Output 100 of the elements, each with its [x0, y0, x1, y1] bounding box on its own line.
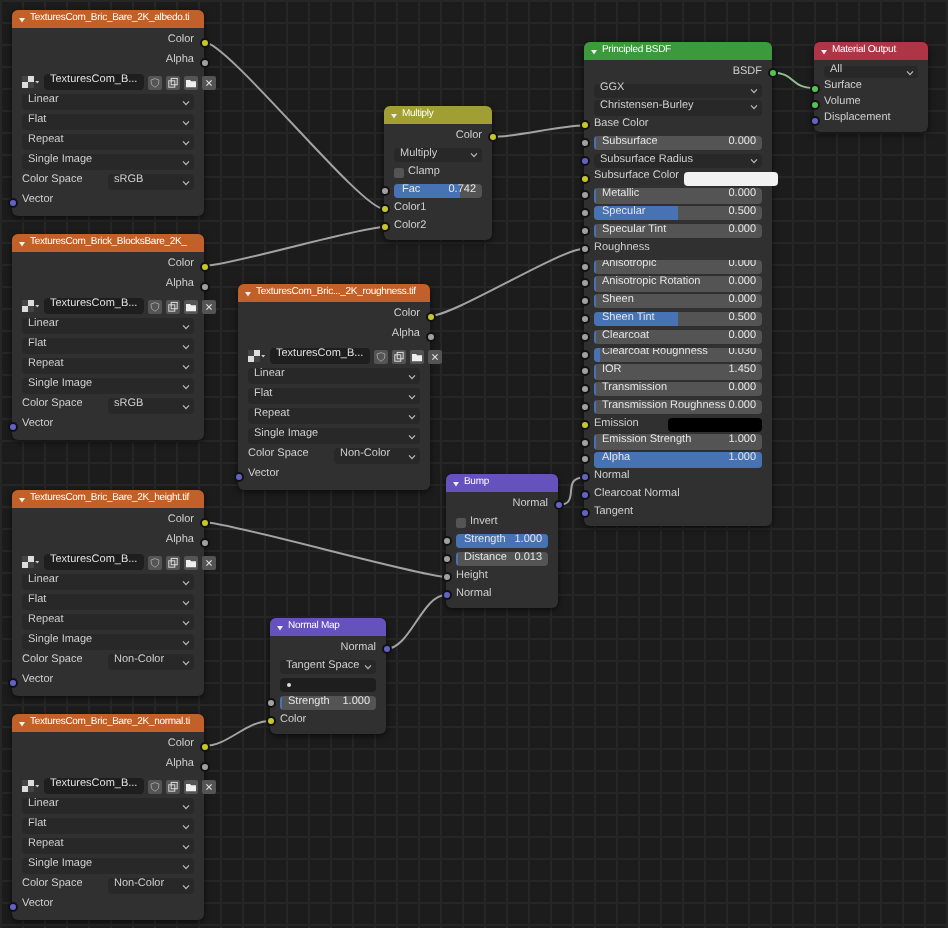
input-socket[interactable] — [579, 349, 589, 360]
input-socket[interactable] — [379, 186, 389, 196]
input-socket[interactable] — [579, 296, 589, 307]
input-socket[interactable] — [579, 243, 589, 254]
duplicate-icon[interactable] — [165, 75, 180, 89]
output-socket[interactable] — [199, 537, 209, 547]
output-socket[interactable] — [199, 281, 209, 291]
shield-icon[interactable] — [373, 349, 388, 363]
folder-icon[interactable] — [409, 349, 424, 363]
image-icon[interactable] — [22, 779, 40, 793]
output-socket[interactable] — [199, 261, 209, 271]
duplicate-icon[interactable] — [165, 555, 180, 569]
shield-icon[interactable] — [147, 555, 162, 569]
output-socket[interactable] — [199, 761, 209, 771]
input-socket[interactable] — [579, 190, 589, 201]
caret-icon — [408, 433, 416, 439]
folder-icon[interactable] — [183, 555, 198, 569]
input-socket[interactable] — [579, 384, 589, 395]
collapse-icon[interactable] — [18, 239, 26, 247]
collapse-icon[interactable] — [452, 479, 460, 487]
input-socket[interactable] — [7, 901, 17, 911]
checkbox[interactable] — [456, 518, 466, 528]
input-socket[interactable] — [441, 590, 451, 600]
output-socket[interactable] — [199, 57, 209, 67]
input-socket[interactable] — [579, 490, 589, 501]
image-icon[interactable] — [22, 299, 40, 313]
input-socket[interactable] — [265, 716, 275, 726]
color-swatch[interactable] — [683, 171, 778, 186]
dot-icon — [286, 682, 292, 688]
caret-icon — [182, 579, 190, 585]
color-swatch[interactable] — [667, 417, 762, 432]
input-socket[interactable] — [579, 507, 589, 518]
input-socket[interactable] — [579, 120, 589, 131]
collapse-icon[interactable] — [820, 47, 828, 55]
folder-icon[interactable] — [183, 779, 198, 793]
folder-icon[interactable] — [183, 75, 198, 89]
caret-icon — [408, 413, 416, 419]
shield-icon[interactable] — [147, 75, 162, 89]
input-socket[interactable] — [809, 99, 819, 109]
input-socket[interactable] — [579, 331, 589, 342]
collapse-icon[interactable] — [18, 495, 26, 503]
duplicate-icon[interactable] — [165, 779, 180, 793]
output-socket[interactable] — [425, 311, 435, 321]
input-socket[interactable] — [579, 173, 589, 184]
image-icon[interactable] — [22, 75, 40, 89]
input-socket[interactable] — [579, 261, 589, 272]
input-socket[interactable] — [441, 536, 451, 546]
input-socket[interactable] — [579, 314, 589, 325]
caret-icon — [182, 363, 190, 369]
input-socket[interactable] — [441, 572, 451, 582]
input-socket[interactable] — [579, 454, 589, 465]
uv-map-field[interactable] — [280, 677, 376, 693]
input-socket[interactable] — [579, 437, 589, 448]
input-socket[interactable] — [579, 138, 589, 149]
duplicate-icon[interactable] — [165, 299, 180, 313]
close-icon[interactable] — [201, 299, 216, 313]
caret-icon — [182, 823, 190, 829]
collapse-icon[interactable] — [244, 289, 252, 297]
shield-icon[interactable] — [147, 779, 162, 793]
input-socket[interactable] — [379, 222, 389, 232]
input-socket[interactable] — [579, 155, 589, 166]
input-socket[interactable] — [379, 204, 389, 214]
input-socket[interactable] — [579, 472, 589, 483]
input-socket[interactable] — [579, 208, 589, 219]
input-socket[interactable] — [7, 677, 17, 687]
output-socket[interactable] — [425, 331, 435, 341]
output-socket[interactable] — [199, 741, 209, 751]
folder-icon[interactable] — [183, 299, 198, 313]
caret-icon — [750, 104, 758, 111]
close-icon[interactable] — [201, 779, 216, 793]
input-socket[interactable] — [579, 366, 589, 377]
output-socket[interactable] — [487, 132, 497, 142]
input-socket[interactable] — [7, 421, 17, 431]
input-socket[interactable] — [265, 698, 275, 708]
close-icon[interactable] — [201, 75, 216, 89]
close-icon[interactable] — [201, 555, 216, 569]
shield-icon[interactable] — [147, 299, 162, 313]
checkbox[interactable] — [394, 168, 404, 178]
output-socket[interactable] — [199, 37, 209, 47]
caret-icon — [470, 152, 478, 158]
input-socket[interactable] — [233, 471, 243, 481]
input-socket[interactable] — [441, 554, 451, 564]
collapse-icon[interactable] — [18, 719, 26, 727]
input-socket[interactable] — [809, 115, 819, 125]
caret-icon — [182, 383, 190, 389]
duplicate-icon[interactable] — [391, 349, 406, 363]
collapse-icon[interactable] — [18, 15, 26, 23]
input-socket[interactable] — [579, 402, 589, 413]
input-socket[interactable] — [809, 83, 819, 93]
input-socket[interactable] — [579, 278, 589, 289]
collapse-icon[interactable] — [276, 623, 284, 631]
collapse-icon[interactable] — [590, 47, 598, 55]
input-socket[interactable] — [579, 419, 589, 430]
close-icon[interactable] — [427, 349, 442, 363]
output-socket[interactable] — [199, 517, 209, 527]
input-socket[interactable] — [7, 197, 17, 207]
image-icon[interactable] — [248, 349, 266, 363]
input-socket[interactable] — [579, 226, 589, 237]
image-icon[interactable] — [22, 555, 40, 569]
output-socket[interactable] — [767, 67, 777, 78]
